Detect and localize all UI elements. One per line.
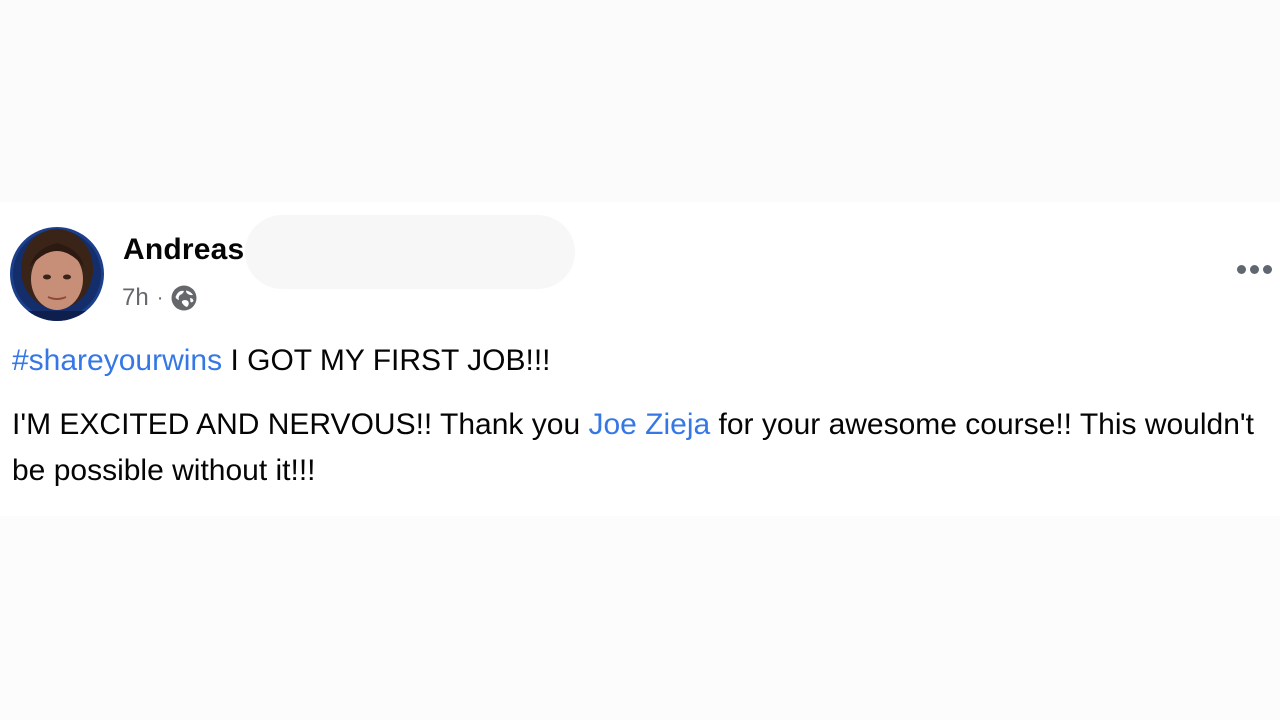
hashtag-link[interactable]: #shareyourwins bbox=[12, 344, 222, 377]
background-bottom bbox=[0, 516, 1280, 720]
post-meta: 7h · bbox=[122, 283, 199, 313]
background-top bbox=[0, 0, 1280, 202]
more-dot bbox=[1236, 264, 1246, 274]
post-text-1: I GOT MY FIRST JOB!!! bbox=[222, 344, 551, 377]
post-timestamp[interactable]: 7h bbox=[122, 284, 149, 312]
more-dot bbox=[1249, 264, 1259, 274]
redacted-name-area bbox=[245, 215, 575, 289]
post-line-1: #shareyourwins I GOT MY FIRST JOB!!! bbox=[12, 338, 1268, 384]
public-globe-icon[interactable] bbox=[169, 283, 199, 313]
post-line-2: I'M EXCITED AND NERVOUS!! Thank you Joe … bbox=[12, 402, 1268, 494]
more-dot bbox=[1262, 264, 1272, 274]
avatar-image bbox=[10, 227, 104, 321]
more-options-icon[interactable] bbox=[1230, 254, 1278, 284]
author-name[interactable]: Andreas bbox=[123, 232, 244, 268]
mention-link[interactable]: Joe Zieja bbox=[588, 408, 710, 441]
post-body: #shareyourwins I GOT MY FIRST JOB!!! I'M… bbox=[12, 338, 1268, 494]
author-avatar[interactable] bbox=[10, 227, 104, 321]
post-text-2a: I'M EXCITED AND NERVOUS!! Thank you bbox=[12, 408, 589, 441]
meta-separator: · bbox=[156, 286, 164, 309]
